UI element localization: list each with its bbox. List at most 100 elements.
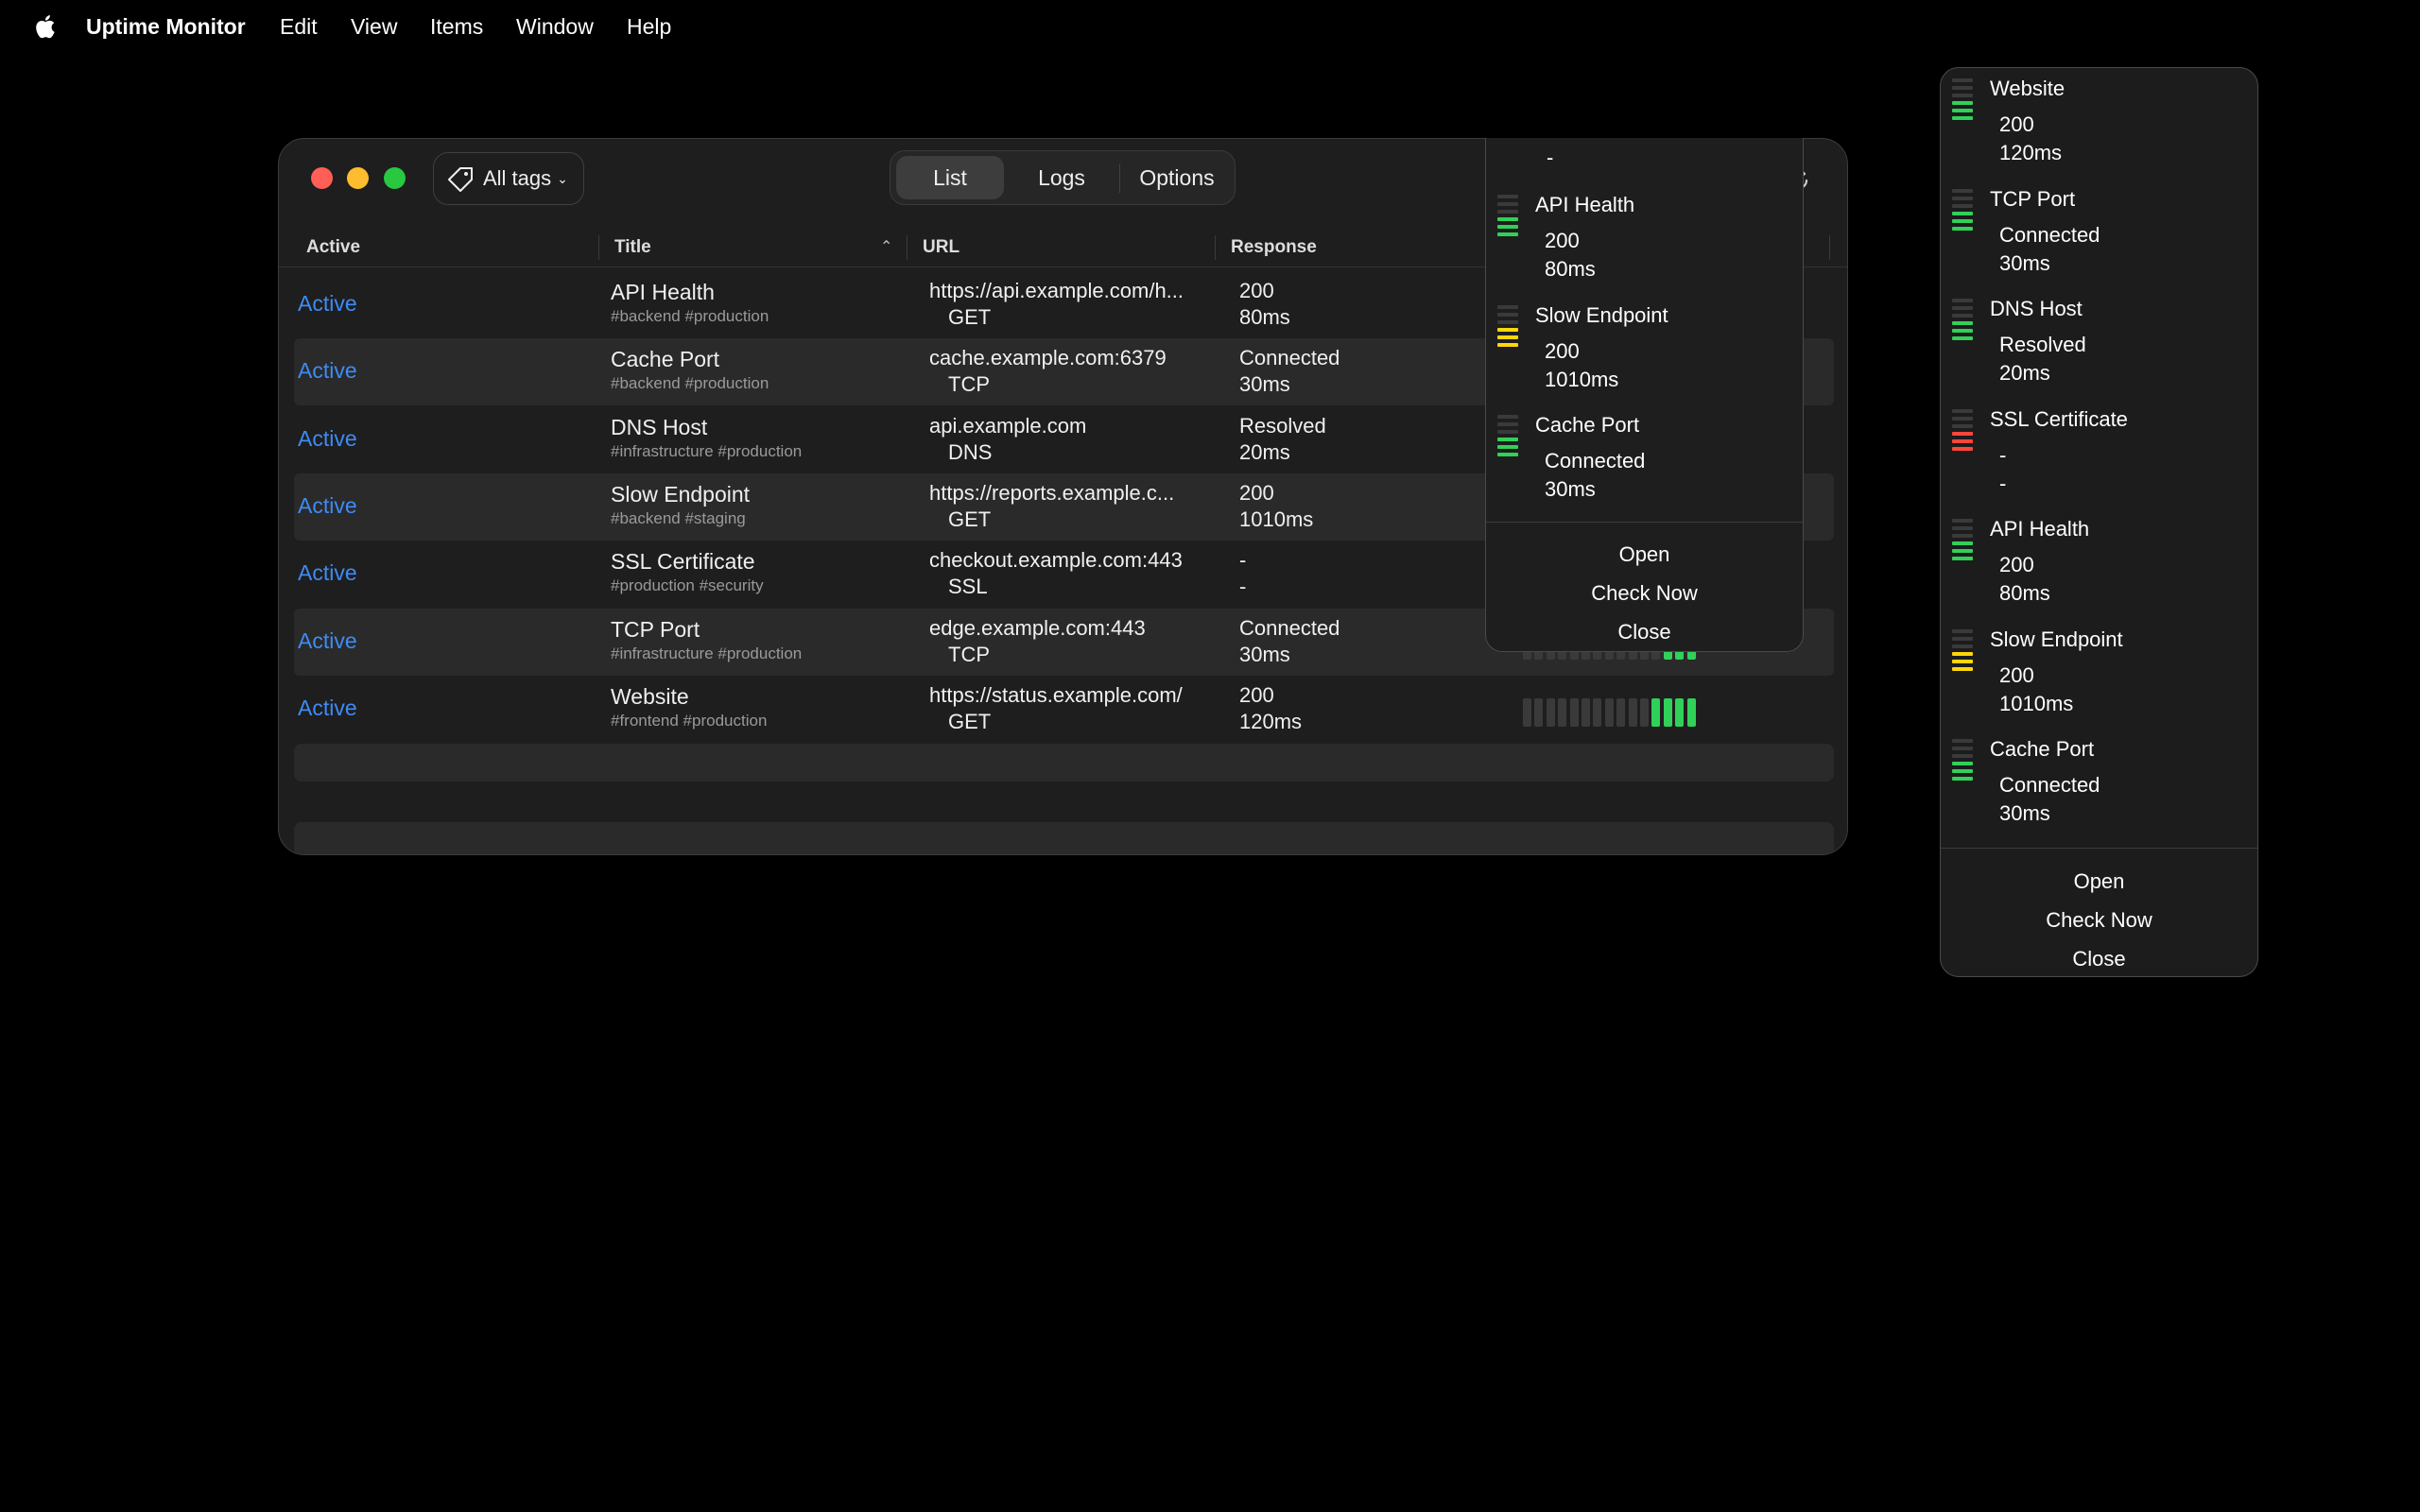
status-bar-segment xyxy=(1952,211,1973,215)
active-link[interactable]: Active xyxy=(298,426,357,452)
menu-monitor-item[interactable]: DNS Host Resolved 20ms xyxy=(1941,289,2257,393)
status-bar-segment xyxy=(1952,446,1973,451)
menu-item-title: SSL Certificate xyxy=(1990,406,2128,431)
tab-list[interactable]: List xyxy=(896,156,1004,199)
monitor-method: GET xyxy=(948,305,992,329)
column-header-response[interactable]: Response xyxy=(1231,237,1317,258)
status-bar-segment xyxy=(1952,329,1973,333)
empty-row xyxy=(294,822,1834,854)
status-bar-segment xyxy=(1952,101,1973,105)
menu-window[interactable]: Window xyxy=(516,13,594,40)
status-bar-segment xyxy=(1952,299,1973,302)
status-bar-segment xyxy=(1497,335,1518,339)
menu-monitor-item[interactable]: Slow Endpoint 200 1010ms xyxy=(1486,296,1803,400)
status-bar-segment xyxy=(1952,116,1973,120)
column-separator xyxy=(907,235,908,260)
close-window-button[interactable] xyxy=(311,167,333,189)
minimize-window-button[interactable] xyxy=(347,167,369,189)
response-status: 200 xyxy=(1239,682,1274,707)
status-bar-segment xyxy=(1952,196,1973,200)
menu-item-status: Resolved xyxy=(1999,333,2086,356)
monitor-tags: #backend #production xyxy=(611,307,769,325)
menu-monitor-item[interactable]: API Health 200 80ms xyxy=(1941,509,2257,613)
partial-menu-value: - xyxy=(1547,146,1554,169)
status-bar-segment xyxy=(1952,769,1973,773)
close-menu-item[interactable]: Close xyxy=(1941,947,2257,971)
open-menu-item[interactable]: Open xyxy=(1486,542,1803,567)
active-link[interactable]: Active xyxy=(298,358,357,384)
status-bar-segment xyxy=(1952,431,1973,436)
status-bars-icon xyxy=(1497,415,1518,460)
status-bar-segment xyxy=(1952,666,1973,671)
menu-item-status: Connected xyxy=(1999,773,2100,797)
tag-filter-label: All tags xyxy=(483,166,552,190)
check-now-menu-item[interactable]: Check Now xyxy=(1941,908,2257,933)
tab-options[interactable]: Options xyxy=(1123,156,1231,199)
close-menu-item[interactable]: Close xyxy=(1486,620,1803,644)
active-link[interactable]: Active xyxy=(298,696,357,721)
menu-item-time: 1010ms xyxy=(1999,691,2074,715)
status-bar-segment xyxy=(1497,415,1518,419)
menu-monitor-item[interactable]: SSL Certificate - - xyxy=(1941,400,2257,504)
tag-filter-dropdown[interactable]: All tags ⌄ xyxy=(433,152,584,205)
menu-view[interactable]: View xyxy=(351,13,397,40)
column-header-url[interactable]: URL xyxy=(923,237,959,258)
monitor-url: edge.example.com:443 xyxy=(929,615,1146,640)
monitor-method: SSL xyxy=(948,575,988,599)
status-bar-segment xyxy=(1497,319,1518,324)
menu-item-status: - xyxy=(1999,442,2007,467)
empty-row xyxy=(294,744,1834,782)
active-link[interactable]: Active xyxy=(298,560,357,586)
column-header-active[interactable]: Active xyxy=(306,237,360,258)
monitor-url: checkout.example.com:443 xyxy=(929,548,1183,573)
history-bar xyxy=(1593,697,1602,727)
menu-monitor-item[interactable]: API Health 200 80ms xyxy=(1486,185,1803,289)
menu-monitor-item[interactable]: Cache Port Connected 30ms xyxy=(1486,405,1803,509)
table-row[interactable]: Active Website #frontend #production https:… xyxy=(294,676,1834,743)
status-bars-icon xyxy=(1952,78,1973,124)
status-bar-segment xyxy=(1497,202,1518,206)
monitor-url: https://api.example.com/h... xyxy=(929,279,1184,302)
menu-help[interactable]: Help xyxy=(627,13,671,40)
check-now-menu-item[interactable]: Check Now xyxy=(1486,581,1803,606)
menu-monitor-item[interactable]: Cache Port Connected 30ms xyxy=(1941,730,2257,833)
response-status: 200 xyxy=(1239,279,1274,302)
status-bar-segment xyxy=(1497,217,1518,221)
menu-items[interactable]: Items xyxy=(430,13,483,40)
monitor-url: https://reports.example.c... xyxy=(929,480,1175,505)
zoom-window-button[interactable] xyxy=(384,167,406,189)
monitor-tags: #production #security xyxy=(611,576,764,595)
status-bar-segment xyxy=(1952,314,1973,318)
response-status: Connected xyxy=(1239,346,1340,370)
segment-divider xyxy=(1119,164,1120,193)
menu-monitor-item[interactable]: TCP Port Connected 30ms xyxy=(1941,180,2257,284)
status-bar-segment xyxy=(1952,423,1973,428)
response-status: - xyxy=(1239,548,1247,573)
menu-app-name[interactable]: Uptime Monitor xyxy=(86,13,246,40)
status-bar-segment xyxy=(1497,304,1518,309)
open-menu-item[interactable]: Open xyxy=(1941,869,2257,894)
apple-logo-icon[interactable] xyxy=(33,13,56,40)
column-header-title[interactable]: Title xyxy=(614,237,651,258)
menu-edit[interactable]: Edit xyxy=(280,13,318,40)
status-bar-segment xyxy=(1952,651,1973,656)
tag-icon xyxy=(448,167,473,192)
menu-item-time: 120ms xyxy=(1999,141,2063,164)
status-bar-segment xyxy=(1952,541,1973,545)
active-link[interactable]: Active xyxy=(298,291,357,317)
active-link[interactable]: Active xyxy=(298,493,357,519)
status-bar-segment xyxy=(1497,422,1518,426)
response-time: 1010ms xyxy=(1239,507,1314,531)
tab-logs[interactable]: Logs xyxy=(1008,156,1115,199)
menu-monitor-item[interactable]: Slow Endpoint 200 1010ms xyxy=(1941,620,2257,724)
status-bar-segment xyxy=(1952,218,1973,223)
menu-item-time: - xyxy=(1999,471,2007,495)
status-bar-segment xyxy=(1497,453,1518,456)
history-bar xyxy=(1663,697,1672,727)
monitor-method: TCP xyxy=(948,372,990,397)
monitor-title: Cache Port xyxy=(611,347,720,372)
menu-monitor-item[interactable]: Website 200 120ms xyxy=(1941,69,2257,173)
status-bar-segment xyxy=(1497,327,1518,332)
active-link[interactable]: Active xyxy=(298,628,357,654)
menu-item-time: 30ms xyxy=(1999,250,2050,275)
